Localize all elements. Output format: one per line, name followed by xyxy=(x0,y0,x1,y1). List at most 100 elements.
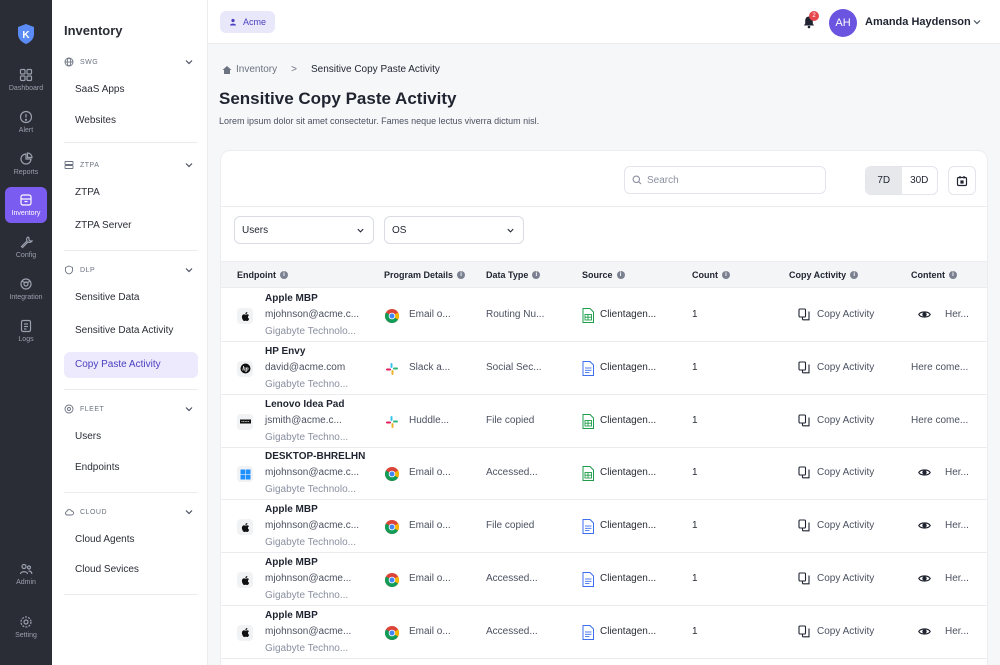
shield-logo-icon[interactable]: K xyxy=(16,23,36,45)
info-icon[interactable]: i xyxy=(722,271,730,279)
copy-icon[interactable] xyxy=(798,308,810,321)
calendar-button[interactable] xyxy=(948,166,976,195)
data-type: File copied xyxy=(486,520,535,532)
eye-icon[interactable] xyxy=(918,309,931,320)
info-icon[interactable]: i xyxy=(280,271,288,279)
chevron-down-icon[interactable] xyxy=(184,57,194,67)
eye-icon[interactable] xyxy=(918,626,931,637)
info-icon[interactable]: i xyxy=(616,271,625,279)
search-input[interactable]: Search xyxy=(624,166,826,194)
org-switcher[interactable]: Acme xyxy=(220,11,276,33)
section-fleet[interactable]: FLEET xyxy=(64,401,198,417)
table-row[interactable]: hp HP Envy david@acme.com Gigabyte Techno..… xyxy=(221,342,987,395)
page-title: Sensitive Copy Paste Activity xyxy=(219,89,457,108)
source-file[interactable]: Clientagen... xyxy=(600,520,656,531)
source-file[interactable]: Clientagen... xyxy=(600,626,656,637)
range-7d-button[interactable]: 7D xyxy=(866,167,902,194)
sidebar-item-ztpa-server[interactable]: ZTPA Server xyxy=(64,213,198,239)
section-ztpa[interactable]: ZTPA xyxy=(64,157,198,173)
users-select[interactable]: Users xyxy=(234,216,374,244)
section-dlp[interactable]: DLP xyxy=(64,262,198,278)
notification-badge: 2 xyxy=(809,11,819,21)
copy-activity-link[interactable]: Copy Activity xyxy=(817,626,874,637)
info-icon[interactable]: i xyxy=(949,271,957,279)
nav-admin[interactable]: Admin xyxy=(5,556,47,592)
nav-logs[interactable]: Logs xyxy=(5,313,47,349)
sidebar-item-sensitive-data[interactable]: Sensitive Data xyxy=(64,285,198,311)
chevron-down-icon[interactable] xyxy=(972,17,982,27)
copy-activity-link[interactable]: Copy Activity xyxy=(817,520,874,531)
copy-icon[interactable] xyxy=(798,414,810,427)
avatar[interactable]: AH xyxy=(829,9,857,37)
sidebar-item-cloud-agents[interactable]: Cloud Agents xyxy=(64,527,198,553)
activity-card: Search 7D 30D Users OS Endpoint i Program… xyxy=(220,150,988,665)
sidebar-item-copy-paste-activity[interactable]: Copy Paste Activity xyxy=(64,352,198,378)
section-cloud[interactable]: CLOUD xyxy=(64,504,198,520)
table-row[interactable]: Apple MBP mjohnson@acme.c... Gigabyte Tech… xyxy=(221,289,987,342)
source-file[interactable]: Clientagen... xyxy=(600,415,656,426)
sidebar-item-websites[interactable]: Websites xyxy=(64,108,198,134)
sidebar-item-saas-apps[interactable]: SaaS Apps xyxy=(64,77,198,103)
source-file[interactable]: Clientagen... xyxy=(600,362,656,373)
column-header-program[interactable]: Program Details i xyxy=(384,270,466,280)
eye-icon[interactable] xyxy=(918,520,931,531)
content-preview: Her... xyxy=(945,625,969,637)
os-select[interactable]: OS xyxy=(384,216,524,244)
endpoint-name: DESKTOP-BHRELHN xyxy=(265,451,366,463)
copy-icon[interactable] xyxy=(798,361,810,374)
nav-config[interactable]: Config xyxy=(5,229,47,265)
eye-icon[interactable] xyxy=(918,573,931,584)
column-header-data-type[interactable]: Data Type i xyxy=(486,270,541,280)
sidebar-item-endpoints[interactable]: Endpoints xyxy=(64,455,198,481)
user-name[interactable]: Amanda Haydenson xyxy=(865,16,971,28)
sidebar-item-cloud-services[interactable]: Cloud Sevices xyxy=(64,557,198,583)
copy-activity-link[interactable]: Copy Activity xyxy=(817,415,874,426)
copy-activity-link[interactable]: Copy Activity xyxy=(817,467,874,478)
info-icon[interactable]: i xyxy=(532,271,541,279)
org-name: Acme xyxy=(243,17,267,27)
column-header-content[interactable]: Content i xyxy=(911,270,957,280)
copy-icon[interactable] xyxy=(798,625,810,638)
table-row[interactable]: Apple MBP mjohnson@acme... Gigabyte Techno… xyxy=(221,606,987,659)
sidebar-item-users[interactable]: Users xyxy=(64,424,198,450)
chevron-down-icon[interactable] xyxy=(184,160,194,170)
chevron-down-icon[interactable] xyxy=(184,507,194,517)
copy-activity-link[interactable]: Copy Activity xyxy=(817,309,874,320)
column-header-endpoint[interactable]: Endpoint i xyxy=(237,270,288,280)
chevron-down-icon[interactable] xyxy=(184,404,194,414)
info-icon[interactable]: i xyxy=(850,271,859,279)
table-row[interactable]: Apple MBP mjohnson@acme... Gigabyte Techno… xyxy=(221,553,987,606)
range-30d-button[interactable]: 30D xyxy=(902,167,938,194)
breadcrumb-root[interactable]: Inventory xyxy=(236,64,277,75)
nav-label: Integration xyxy=(9,294,43,301)
copy-activity-link[interactable]: Copy Activity xyxy=(817,573,874,584)
eye-icon[interactable] xyxy=(918,467,931,478)
nav-reports[interactable]: Reports xyxy=(5,146,47,182)
sidebar-item-ztpa[interactable]: ZTPA xyxy=(64,180,198,206)
nav-dashboard[interactable]: Dashboard xyxy=(5,62,47,98)
source-file[interactable]: Clientagen... xyxy=(600,467,656,478)
table-row[interactable]: DESKTOP-BHRELHN mjohnson@acme.c... Gigabyt… xyxy=(221,447,987,501)
source-file[interactable]: Clientagen... xyxy=(600,309,656,320)
copy-icon[interactable] xyxy=(798,572,810,585)
section-swg[interactable]: SWG xyxy=(64,54,198,70)
column-header-copy-activity[interactable]: Copy Activity i xyxy=(789,270,859,280)
copy-icon[interactable] xyxy=(798,519,810,532)
top-bar: Acme 2 AH Amanda Haydenson xyxy=(208,0,1000,44)
nav-integration[interactable]: Integration xyxy=(5,271,47,307)
sidebar-item-sensitive-data-activity[interactable]: Sensitive Data Activity xyxy=(64,318,198,344)
info-icon[interactable]: i xyxy=(457,271,466,279)
source-file[interactable]: Clientagen... xyxy=(600,573,656,584)
wrench-icon xyxy=(20,236,33,249)
copy-activity-link[interactable]: Copy Activity xyxy=(817,362,874,373)
column-header-source[interactable]: Source i xyxy=(582,270,625,280)
column-header-count[interactable]: Count i xyxy=(692,270,730,280)
table-row[interactable]: Lenovo Idea Pad jsmith@acme.c... Gigabyte … xyxy=(221,395,987,448)
nav-inventory[interactable]: Inventory xyxy=(5,187,47,223)
chevron-down-icon[interactable] xyxy=(184,265,194,275)
table-row[interactable]: Apple MBP mjohnson@acme.c... Gigabyte Tech… xyxy=(221,500,987,554)
nav-label: Admin xyxy=(16,579,36,586)
nav-setting[interactable]: Setting xyxy=(5,609,47,645)
copy-icon[interactable] xyxy=(798,466,810,479)
nav-alert[interactable]: Alert xyxy=(5,104,47,140)
